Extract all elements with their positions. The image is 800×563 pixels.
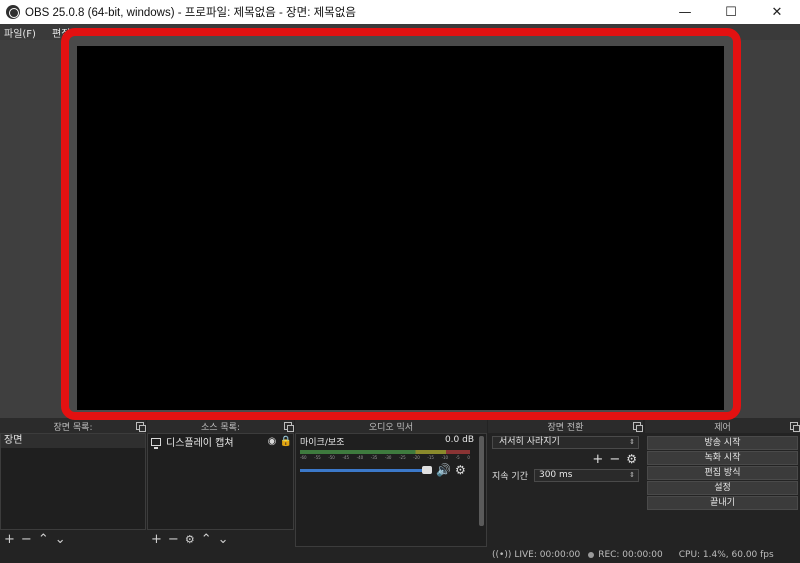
volume-meter (300, 450, 470, 454)
select-arrows-icon: ⇕ (629, 438, 635, 446)
mixer-channel-header: 마이크/보조 0.0 dB (296, 434, 486, 448)
speaker-icon[interactable]: 🔊 (436, 463, 451, 477)
transitions-dock-title: 장면 전환 (547, 423, 584, 433)
meter-tick: -20 (413, 455, 420, 460)
mixer-dock-title: 오디오 믹서 (368, 423, 414, 433)
undock-icon[interactable] (284, 422, 294, 432)
monitor-icon (151, 437, 161, 449)
duration-value: 300 ms (538, 470, 573, 480)
controls-dock: 제어 방송 시작 녹화 시작 편집 방식 설정 끝내기 (645, 420, 800, 550)
exit-button[interactable]: 끝내기 (647, 496, 798, 510)
title-bar: OBS 25.0.8 (64-bit, windows) - 프로파일: 제목없… (0, 0, 800, 24)
remove-transition-icon[interactable]: − (609, 452, 620, 467)
duration-label: 지속 기간 (492, 472, 528, 482)
scenes-dock-header: 장면 목록: (0, 420, 146, 433)
scene-item[interactable]: 장면 (1, 434, 145, 448)
add-transition-icon[interactable]: + (592, 452, 603, 467)
meter-tick: -60 (300, 455, 307, 460)
add-scene-icon[interactable]: + (4, 532, 15, 547)
rec-time: REC: 00:00:00 (598, 550, 663, 560)
maximize-button[interactable]: ☐ (708, 0, 754, 24)
channel-name: 마이크/보조 (300, 438, 345, 448)
mixer-body: 마이크/보조 0.0 dB -60 -55 -50 -45 -40 -35 -3… (295, 433, 487, 547)
source-label: 디스플레이 캡쳐 (166, 438, 234, 449)
meter-tick: -10 (441, 455, 449, 460)
transitions-body: 서서히 사라지기 ⇕ + − ⚙ 지속 기간 300 ms ⇕ (488, 433, 643, 482)
undock-icon[interactable] (633, 422, 643, 432)
live-time: LIVE: 00:00:00 (514, 550, 581, 560)
source-item[interactable]: 디스플레이 캡쳐 ◉ 🔒 (148, 434, 293, 449)
gear-icon[interactable]: ⚙ (626, 452, 637, 467)
remove-scene-icon[interactable]: − (21, 532, 32, 547)
transition-select[interactable]: 서서히 사라지기 ⇕ (492, 436, 639, 449)
preview-canvas[interactable] (77, 46, 724, 410)
audio-mixer-dock: 오디오 믹서 마이크/보조 0.0 dB -60 -55 -50 -45 -40… (295, 420, 487, 550)
minimize-button[interactable]: — (662, 0, 708, 24)
transitions-dock-header: 장면 전환 (488, 420, 643, 433)
meter-tick: -35 (370, 455, 378, 460)
controls-dock-title: 제어 (714, 423, 731, 433)
transition-value: 서서히 사라지기 (499, 437, 560, 447)
move-up-icon[interactable]: ⌃ (201, 532, 212, 547)
menu-file[interactable]: 파일(F) (4, 25, 36, 40)
duration-row: 지속 기간 300 ms ⇕ (492, 469, 639, 482)
sources-list: 디스플레이 캡쳐 ◉ 🔒 (147, 433, 294, 530)
meter-tick: -55 (314, 455, 321, 460)
meter-tick: -40 (356, 455, 364, 460)
gear-icon[interactable]: ⚙ (185, 533, 195, 546)
sources-dock-header: 소스 목록: (147, 420, 294, 433)
scenes-toolbar: + − ⌃ ⌄ (0, 531, 146, 547)
meter-tick: -50 (328, 455, 335, 460)
move-down-icon[interactable]: ⌄ (218, 532, 229, 547)
scenes-dock-title: 장면 목록: (53, 423, 93, 433)
meter-scale: -60 -55 -50 -45 -40 -35 -30 -25 -20 -15 … (300, 455, 470, 461)
meter-tick: -25 (399, 455, 406, 460)
obs-logo-icon (6, 5, 20, 19)
window-controls: — ☐ ✕ (662, 0, 800, 24)
eye-icon[interactable]: ◉ (265, 436, 279, 447)
add-source-icon[interactable]: + (151, 532, 162, 547)
remove-source-icon[interactable]: − (168, 532, 179, 547)
undock-icon[interactable] (136, 422, 146, 432)
controls-body: 방송 시작 녹화 시작 편집 방식 설정 끝내기 (647, 435, 800, 511)
window-title: OBS 25.0.8 (64-bit, windows) - 프로파일: 제목없… (25, 7, 356, 19)
spin-arrows-icon[interactable]: ⇕ (629, 470, 635, 481)
volume-slider[interactable] (300, 465, 432, 474)
controls-dock-header: 제어 (645, 420, 800, 433)
cpu-fps: CPU: 1.4%, 60.00 fps (678, 550, 774, 560)
settings-button[interactable]: 설정 (647, 481, 798, 495)
live-signal-icon: ((•)) (492, 550, 512, 560)
volume-slider-handle[interactable] (422, 465, 432, 474)
start-streaming-button[interactable]: 방송 시작 (647, 436, 798, 450)
move-up-icon[interactable]: ⌃ (38, 532, 49, 547)
dock-area: 장면 목록: 장면 + − ⌃ ⌄ 소스 목록: 디스플레이 캡쳐 ◉ 🔒 + … (0, 420, 800, 563)
meter-tick: -45 (342, 455, 350, 460)
start-recording-button[interactable]: 녹화 시작 (647, 451, 798, 465)
scenes-list: 장면 (0, 433, 146, 530)
mixer-dock-header: 오디오 믹서 (295, 420, 487, 433)
meter-tick: -5 (455, 455, 460, 460)
undock-icon[interactable] (790, 422, 800, 432)
duration-input[interactable]: 300 ms ⇕ (533, 469, 639, 482)
transition-buttons: + − ⚙ (488, 452, 637, 467)
transitions-dock: 장면 전환 서서히 사라지기 ⇕ + − ⚙ 지속 기간 300 ms ⇕ (488, 420, 643, 550)
volume-row: 🔊 ⚙ (300, 463, 482, 477)
mixer-scrollbar[interactable] (479, 436, 484, 526)
meter-tick: 0 (467, 455, 470, 460)
sources-toolbar: + − ⚙ ⌃ ⌄ (147, 531, 294, 547)
scenes-dock: 장면 목록: 장면 + − ⌃ ⌄ (0, 420, 146, 550)
lock-icon[interactable]: 🔒 (279, 436, 293, 447)
studio-mode-button[interactable]: 편집 방식 (647, 466, 798, 480)
sources-dock-title: 소스 목록: (200, 423, 240, 433)
channel-level: 0.0 dB (444, 435, 474, 445)
gear-icon[interactable]: ⚙ (455, 463, 466, 477)
status-bar: ((•)) LIVE: 00:00:00 REC: 00:00:00 CPU: … (0, 547, 800, 563)
move-down-icon[interactable]: ⌄ (55, 532, 66, 547)
meter-tick: -15 (427, 455, 434, 460)
sources-dock: 소스 목록: 디스플레이 캡쳐 ◉ 🔒 + − ⚙ ⌃ ⌄ (147, 420, 294, 550)
meter-tick: -30 (384, 455, 392, 460)
rec-dot-icon (588, 552, 595, 558)
close-button[interactable]: ✕ (754, 0, 800, 24)
